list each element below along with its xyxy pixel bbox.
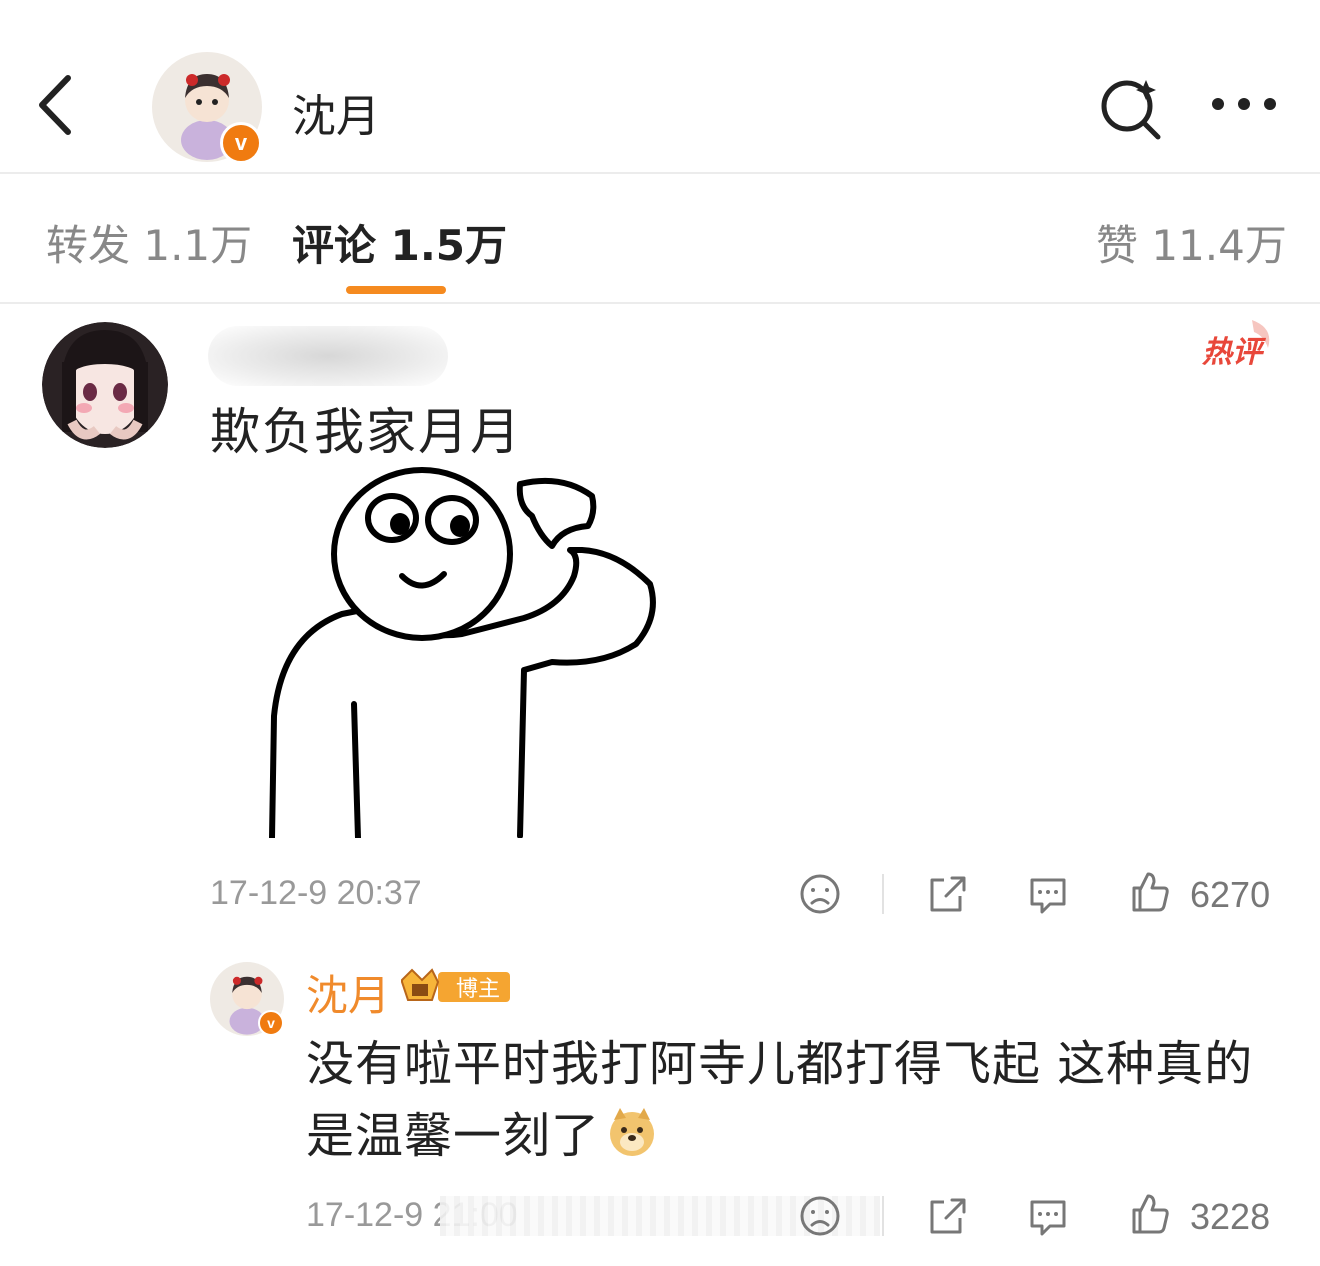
comment-text: 欺负我家月月 [210,403,522,461]
tab-comment[interactable]: 评论 1.5万 [292,212,507,273]
reply-author-avatar[interactable]: v [210,962,284,1036]
tab-like[interactable]: 赞 11.4万 [1096,212,1287,273]
hot-label: 热评 [1201,335,1267,370]
reply-bubble-icon[interactable] [1026,1194,1070,1238]
back-arrow-icon[interactable] [30,70,80,140]
comment-timestamp: 17-12-9 20:37 [210,874,422,912]
verified-badge-icon: v [258,1010,284,1036]
thumbs-up-icon[interactable] [1128,870,1172,914]
commenter-name-blurred[interactable] [208,326,448,386]
reply-like-count: 3228 [1190,1196,1271,1237]
comment-like-count: 6270 [1190,874,1271,915]
tab-bar: 转发 1.1万 评论 1.5万 赞 11.4万 [0,172,1320,304]
active-tab-indicator [346,286,446,294]
more-options-icon[interactable] [1208,92,1280,116]
share-icon[interactable] [924,872,968,916]
top-bar: v 沈月 [0,0,1320,174]
reply-text-block: 没有啦平时我打阿寺儿都打得飞起 这种真的是温馨一刻了 [306,1028,1266,1172]
meme-sticker-image[interactable] [262,466,662,838]
thumbs-up-icon[interactable] [1128,1192,1172,1236]
verified-badge-icon: v [220,122,262,164]
action-separator [882,1196,884,1236]
hot-comment-badge: 热评 [1198,318,1278,374]
reply-text: 没有啦平时我打阿寺儿都打得飞起 这种真的是温馨一刻了 [306,1036,1254,1164]
dislike-face-icon[interactable] [798,1194,842,1238]
tab-forward[interactable]: 转发 1.1万 [46,212,252,273]
page-title: 沈月 [292,91,380,142]
reply-author-name[interactable]: 沈月 [306,962,390,1023]
author-avatar[interactable]: v [152,52,262,164]
commenter-avatar[interactable] [42,322,168,448]
share-icon[interactable] [924,1194,968,1238]
dislike-face-icon[interactable] [798,872,842,916]
doge-emoji-icon [610,1108,655,1156]
reply-bubble-icon[interactable] [1026,872,1070,916]
blogger-badge: 博主 [398,966,510,1006]
action-separator [882,874,884,914]
blogger-badge-label: 博主 [456,977,500,1002]
search-icon[interactable] [1098,74,1164,140]
